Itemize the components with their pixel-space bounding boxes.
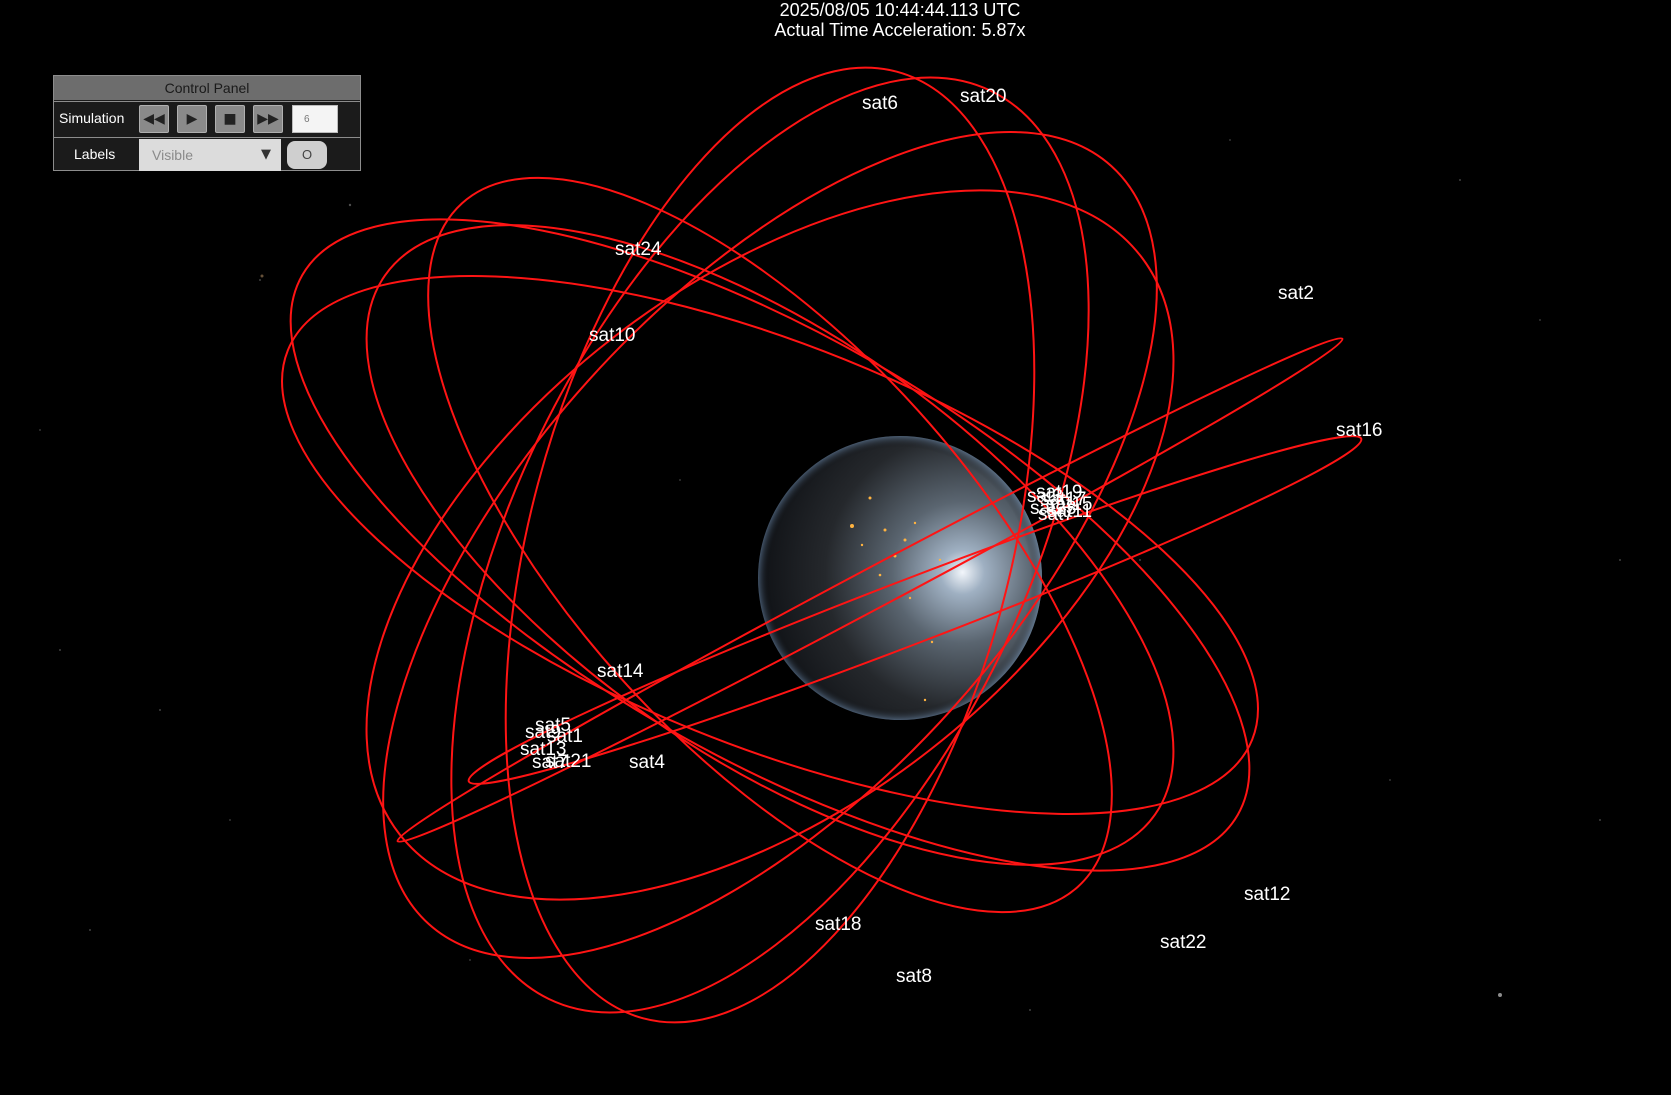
3d-viewport[interactable]: sat6 sat20 sat24 sat10 sat2 sat16 sat19 … [0, 0, 1671, 1095]
sat-label: sat4 [629, 752, 665, 773]
play-icon: ▶ [186, 111, 198, 127]
sat-label: sat21 [545, 751, 591, 772]
fast-forward-icon: ▶▶ [257, 111, 279, 127]
sat-label: sat10 [589, 325, 635, 346]
fast-forward-button[interactable]: ▶▶ [253, 105, 283, 133]
earth[interactable] [758, 436, 1042, 720]
labels-toggle-button[interactable]: O [287, 141, 327, 169]
labels-row: Labels Visible ▼ O [54, 137, 360, 171]
speed-input[interactable] [292, 105, 338, 133]
labels-label: Labels [74, 146, 116, 162]
chevron-down-icon: ▼ [261, 147, 271, 162]
stop-icon: ■ [223, 111, 237, 127]
sat-label: sat6 [862, 93, 898, 114]
simulation-row: Simulation ◀◀ ▶ ■ ▶▶ [54, 101, 360, 135]
simulation-timestamp: 2025/08/05 10:44:44.113 UTC [779, 0, 1021, 20]
sat-label: sat20 [960, 86, 1006, 107]
stop-button[interactable]: ■ [215, 105, 245, 133]
sat-label: sat8 [896, 966, 932, 987]
labels-select-value: Visible [152, 147, 193, 163]
sat-label: sat24 [615, 239, 662, 260]
sat-label: sat14 [597, 661, 644, 682]
sat-label: sat12 [1244, 884, 1290, 905]
control-panel-title: Control Panel [54, 76, 360, 100]
sat-label: sat2 [1278, 283, 1314, 304]
sat-label: sat7 [1038, 504, 1074, 525]
simulation-label: Simulation [59, 110, 125, 126]
sat-label: sat22 [1160, 932, 1206, 953]
play-button[interactable]: ▶ [177, 105, 207, 133]
control-panel: Control Panel Simulation ◀◀ ▶ ■ ▶▶ Label… [53, 75, 361, 171]
sat-label: sat16 [1336, 420, 1382, 441]
rewind-button[interactable]: ◀◀ [139, 105, 169, 133]
rewind-icon: ◀◀ [143, 111, 165, 127]
labels-visibility-select[interactable]: Visible ▼ [139, 139, 281, 171]
sat-label: sat18 [815, 914, 861, 935]
time-acceleration-readout: Actual Time Acceleration: 5.87x [774, 20, 1026, 40]
